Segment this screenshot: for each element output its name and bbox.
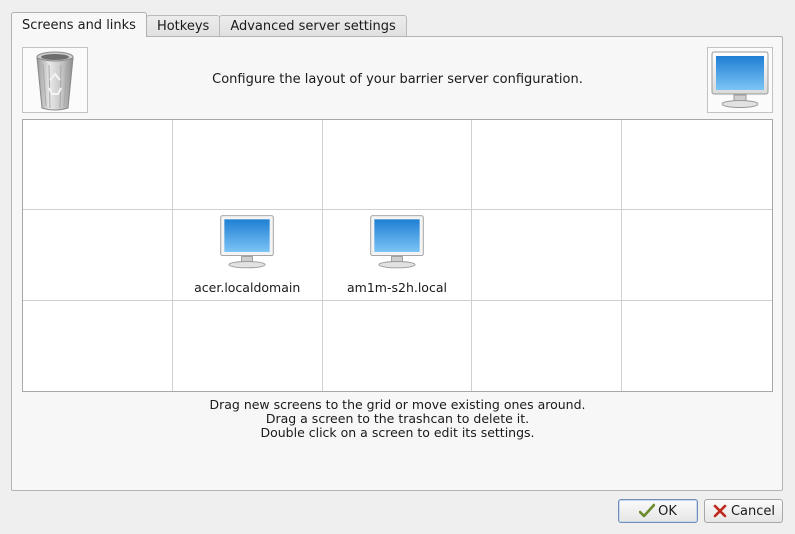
- tab-bar: Screens and links Hotkeys Advanced serve…: [11, 12, 407, 37]
- tab-label: Hotkeys: [156, 19, 210, 34]
- screen-layout-grid[interactable]: acer.localdomain am1m-s2h.local: [22, 119, 773, 392]
- help-line: Double click on a screen to edit its set…: [260, 425, 535, 440]
- grid-cell[interactable]: [23, 300, 173, 391]
- grid-cell[interactable]: [472, 210, 623, 301]
- grid-cell[interactable]: [172, 120, 323, 211]
- grid-cell-screen[interactable]: am1m-s2h.local: [322, 210, 473, 301]
- ok-label: OK: [658, 503, 677, 519]
- monitor-icon: [220, 215, 274, 269]
- tab-advanced-server-settings[interactable]: Advanced server settings: [219, 15, 407, 37]
- layout-description: Configure the layout of your barrier ser…: [212, 72, 583, 87]
- help-line: Drag new screens to the grid or move exi…: [209, 397, 586, 412]
- tab-screens-and-links[interactable]: Screens and links: [11, 12, 147, 37]
- trashcan-icon: [36, 51, 74, 111]
- cancel-label: Cancel: [730, 503, 776, 519]
- x-icon: [713, 504, 727, 518]
- grid-cell[interactable]: [622, 210, 772, 301]
- help-text: Drag new screens to the grid or move exi…: [22, 398, 773, 440]
- screen-acer-localdomain[interactable]: acer.localdomain: [173, 214, 322, 295]
- grid-cell[interactable]: [323, 300, 473, 391]
- grid-cell[interactable]: [472, 120, 623, 211]
- tab-label: Advanced server settings: [230, 19, 396, 34]
- new-screen-drag-source[interactable]: [707, 47, 773, 113]
- monitor-icon: [370, 215, 424, 269]
- tab-hotkeys[interactable]: Hotkeys: [145, 15, 221, 37]
- checkmark-icon: [639, 503, 656, 518]
- trashcan-drop-target[interactable]: [22, 47, 88, 113]
- screen-am1m-s2h-local[interactable]: am1m-s2h.local: [323, 214, 472, 295]
- cancel-button[interactable]: Cancel: [704, 499, 783, 523]
- screen-name-label: am1m-s2h.local: [347, 280, 447, 296]
- tab-label: Screens and links: [22, 17, 136, 33]
- grid-cell[interactable]: [322, 120, 473, 211]
- grid-cell[interactable]: [173, 300, 323, 391]
- help-line: Drag a screen to the trashcan to delete …: [265, 411, 530, 426]
- grid-cell[interactable]: [622, 301, 772, 391]
- grid-cell[interactable]: [23, 210, 173, 301]
- screen-name-label: acer.localdomain: [194, 280, 301, 296]
- ok-button[interactable]: OK: [618, 499, 698, 523]
- grid-cell[interactable]: [23, 120, 173, 211]
- grid-cell-screen[interactable]: acer.localdomain: [172, 210, 323, 301]
- grid-cell[interactable]: [622, 120, 772, 211]
- grid-cell[interactable]: [472, 300, 623, 391]
- monitor-icon: [711, 51, 769, 108]
